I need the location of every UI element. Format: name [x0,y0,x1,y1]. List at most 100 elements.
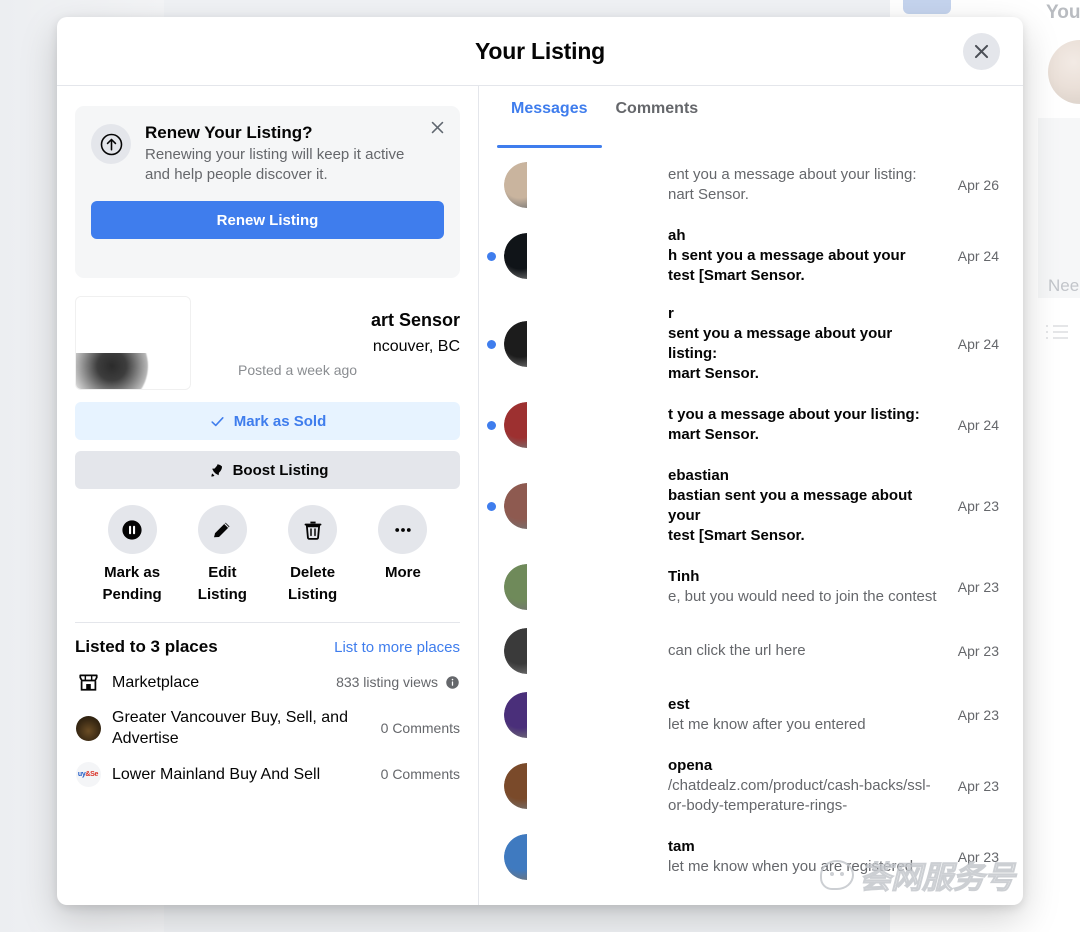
unread-indicator-dot [487,251,496,261]
avatar-image [504,628,527,674]
avatar-image [504,483,527,529]
list-to-more-places-link[interactable]: List to more places [334,639,460,656]
place-meta: 833 listing views [336,674,460,690]
message-row[interactable]: can click the url here Apr 23 [479,619,1023,683]
listing-location: ncouver, BC [372,338,460,355]
message-date: Apr 23 [957,579,999,595]
message-snippet: bastian sent you a message about your te… [668,487,913,544]
mark-as-pending-icon-bg [107,505,157,554]
tab-messages[interactable]: Messages [497,86,602,148]
message-sender-name: Tinh [668,568,700,585]
background-need-text: Nee [1048,276,1080,295]
close-modal-button[interactable] [963,33,1000,70]
listing-title: art Sensor [370,310,460,330]
boost-listing-button[interactable]: Boost Listing [75,451,460,489]
avatar-image [504,162,527,208]
mark-as-sold-button[interactable]: Mark as Sold [75,402,460,440]
group-avatar-wrap-2: uy &Se [75,761,101,787]
listing-info: art Sensor ncouver, BC Posted a week ago [191,296,460,380]
message-sender-name: tam [668,838,695,855]
renew-badge [91,124,131,164]
dismiss-renew-card-button[interactable] [427,119,447,139]
message-body: t you a message about your listing: mart… [564,405,944,445]
message-row[interactable]: r sent you a message about your listing: … [479,295,1023,393]
more-label: More [384,564,421,581]
avatar-image [504,564,527,610]
message-snippet: ent you a message about your listing: na… [668,166,917,203]
delete-listing-action[interactable]: Delete Listing [268,505,358,606]
message-snippet: e, but you would need to join the contes… [668,588,937,605]
delete-listing-label: Delete Listing [288,564,338,603]
listing-thumbnail[interactable] [75,296,191,390]
message-snippet: /chatdealz.com/product/cash-backs/ssl- o… [668,777,931,814]
listed-places-header: Listed to 3 places List to more places [75,637,460,657]
more-actions[interactable]: More [358,505,448,606]
message-date: Apr 24 [957,248,999,264]
message-date: Apr 26 [957,177,999,193]
place-row-greater-vancouver[interactable]: Greater Vancouver Buy, Sell, and Adverti… [75,707,460,749]
message-row[interactable]: tam let me know when you are registered Ap… [479,825,1023,889]
place-row-marketplace[interactable]: Marketplace 833 listing views [75,669,460,695]
listing-summary: art Sensor ncouver, BC Posted a week ago [75,296,460,390]
unread-indicator-dot [487,501,496,511]
avatar-image [504,692,527,738]
avatar [504,402,550,448]
message-row[interactable]: ent you a message about your listing: na… [479,153,1023,217]
message-row[interactable]: ebastian bastian sent you a message about… [479,457,1023,555]
edit-listing-action[interactable]: Edit Listing [177,505,267,606]
storefront-icon [78,674,98,691]
listing-sidebar: Renew Your Listing? Renewing your listin… [57,86,479,905]
close-icon [974,44,989,59]
panel-tabs: Messages Comments [479,86,1023,148]
message-date: Apr 23 [957,707,999,723]
info-icon[interactable] [445,675,460,690]
message-row[interactable]: est let me know after you entered Apr 23 [479,683,1023,747]
avatar-image [504,233,527,279]
message-snippet: h sent you a message about your test [Sm… [668,247,906,284]
listing-quick-actions: Mark as Pending Edit Listing Delete List… [75,505,460,606]
place-row-lower-mainland[interactable]: uy &Se Lower Mainland Buy And Sell 0 Comm… [75,761,460,787]
divider [75,622,460,623]
place-meta-text: 833 listing views [336,674,438,690]
edit-listing-label: Edit Listing [197,564,247,603]
boost-listing-label: Boost Listing [232,461,329,479]
message-date: Apr 23 [957,498,999,514]
mark-as-pending-action[interactable]: Mark as Pending [87,505,177,606]
message-sender-name: est [668,696,690,713]
message-date: Apr 24 [957,417,999,433]
message-sender-name: r [668,305,674,322]
background-list-icon [1046,325,1068,343]
arrow-up-circle-icon [100,133,122,155]
tab-comments[interactable]: Comments [602,86,713,141]
message-row[interactable]: ah h sent you a message about your test [… [479,217,1023,295]
unread-indicator-dot [487,711,496,720]
avatar-image [504,321,527,367]
message-snippet: can click the url here [668,642,806,659]
page-title: Your Listing [474,37,606,64]
renew-listing-card: Renew Your Listing? Renewing your listin… [75,106,460,278]
avatar [504,628,550,674]
delete-listing-icon-bg [288,505,338,554]
group-avatar-icon [75,715,101,741]
modal-header: Your Listing [57,17,1023,86]
message-row[interactable]: opena/chatdealz.com/product/cash-backs/s… [479,747,1023,825]
message-snippet: let me know when you are registered [668,858,914,875]
background-blue-pill [903,0,951,14]
your-listing-modal: Your Listing Renew Your Listing? Renewin… [57,17,1023,905]
unread-indicator-dot [487,181,496,190]
renew-listing-button[interactable]: Renew Listing [91,201,444,239]
avatar [504,692,550,738]
marketplace-icon-wrap [75,669,101,695]
message-sender-name: ah [668,227,686,244]
mark-as-sold-label: Mark as Sold [233,412,327,430]
unread-indicator-dot [487,647,496,656]
message-row[interactable]: t you a message about your listing: mart… [479,393,1023,457]
unread-indicator-dot [487,420,496,430]
message-body: ent you a message about your listing: na… [564,165,944,205]
message-body: opena/chatdealz.com/product/cash-backs/s… [564,756,944,816]
message-body: tam let me know when you are registered [564,837,944,877]
message-row[interactable]: Tinh e, but you would need to join the co… [479,555,1023,619]
close-icon [431,121,443,134]
message-date: Apr 23 [957,643,999,659]
trash-icon [304,521,322,540]
